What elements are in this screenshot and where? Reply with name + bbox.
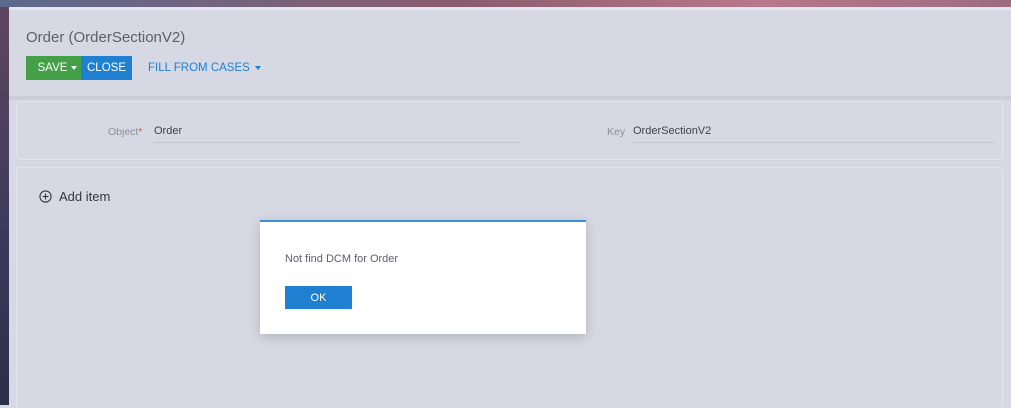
caret-down-icon	[254, 66, 261, 70]
save-button[interactable]: SAVE	[26, 56, 89, 80]
save-label: SAVE	[37, 62, 68, 74]
page-title: Order (OrderSectionV2)	[26, 29, 186, 46]
object-field-label: Object*	[108, 126, 143, 138]
properties-card: Object* Order Key OrderSectionV2	[17, 102, 1002, 159]
message-dialog: Not find DCM for Order OK	[260, 220, 586, 334]
add-item-label: Add item	[59, 189, 111, 204]
plus-circle-icon	[39, 190, 52, 203]
caret-down-icon	[71, 66, 78, 70]
key-field-label: Key	[607, 126, 626, 138]
object-field-underline	[154, 142, 520, 143]
close-button[interactable]: CLOSE	[81, 56, 132, 80]
key-field-value[interactable]: OrderSectionV2	[633, 125, 711, 137]
object-field-value[interactable]: Order	[154, 125, 182, 137]
fill-from-cases-button[interactable]: FILL FROM CASES	[148, 56, 261, 80]
window-top-shade	[0, 0, 1011, 7]
fill-from-cases-label: FILL FROM CASES	[148, 62, 250, 74]
left-edge-strip	[0, 7, 9, 405]
page: Order (OrderSectionV2) SAVE CLOSE FILL F…	[9, 10, 1011, 408]
key-field-underline	[633, 142, 995, 143]
ok-button[interactable]: OK	[285, 286, 352, 309]
required-mark: *	[138, 126, 143, 138]
header-divider	[9, 96, 1011, 100]
add-item-button[interactable]: Add item	[39, 189, 110, 204]
dialog-message: Not find DCM for Order	[285, 253, 399, 265]
